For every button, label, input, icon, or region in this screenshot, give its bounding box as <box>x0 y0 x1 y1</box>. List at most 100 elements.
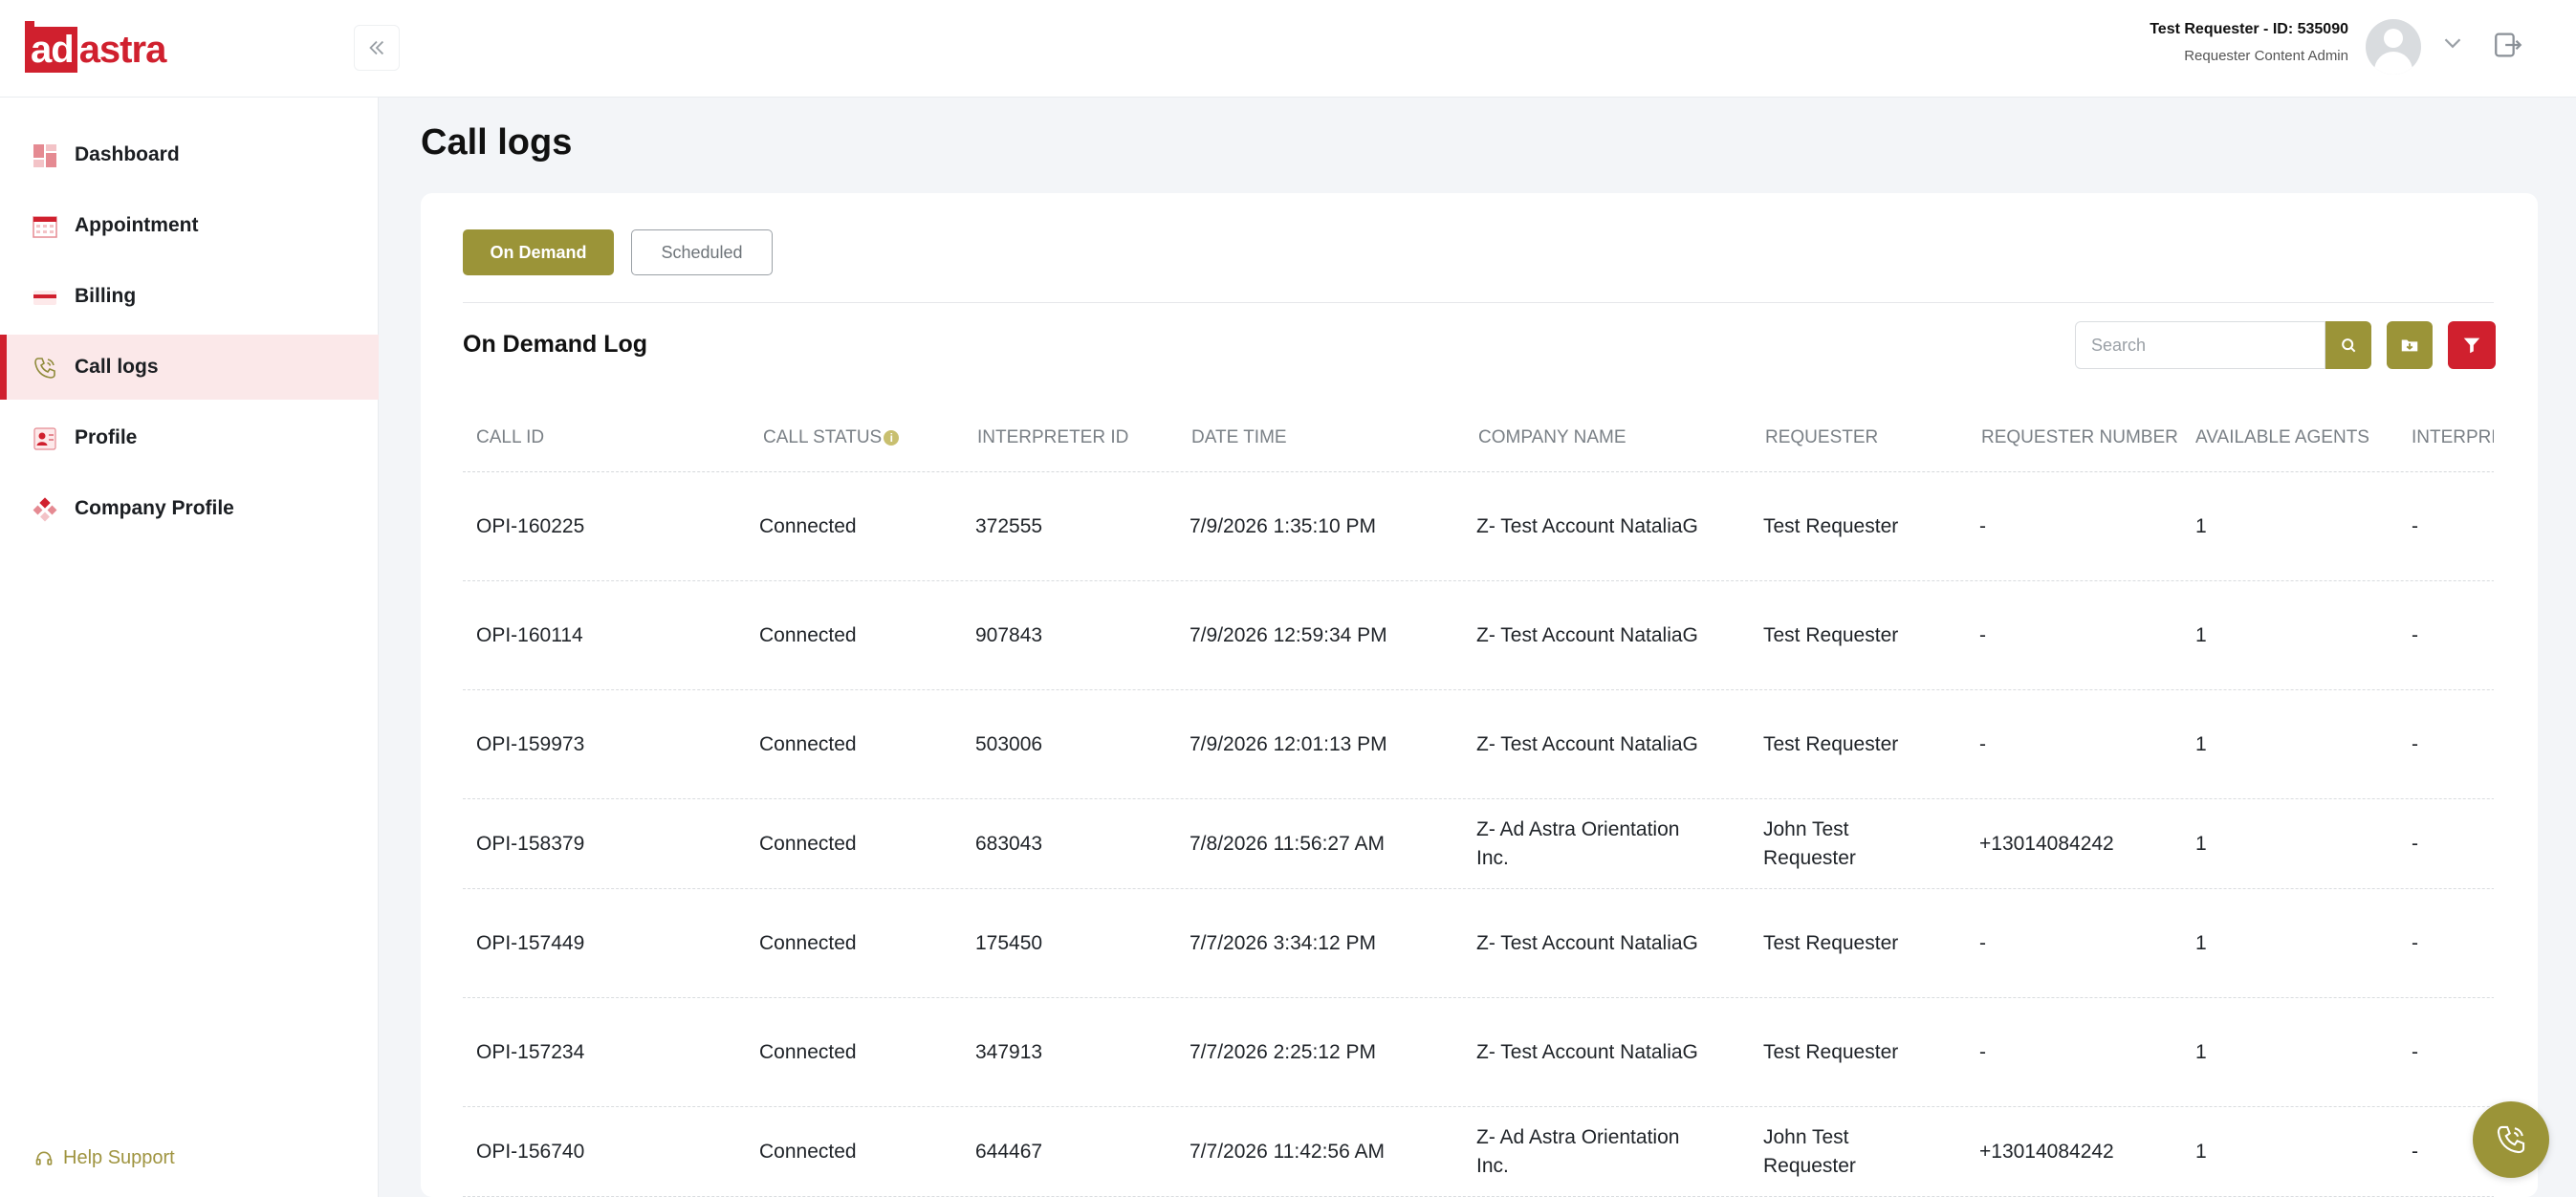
cell-company-name: Z- Ad Astra Orientation Inc. <box>1476 1125 1680 1177</box>
cell-interpreter-id: 907843 <box>975 623 1043 646</box>
cell-interpreter-id: 644467 <box>975 1140 1043 1163</box>
cell-call-id: OPI-160225 <box>476 514 585 537</box>
user-info: Test Requester - ID: 535090 Requester Co… <box>2150 19 2348 67</box>
cell-call-id: OPI-157234 <box>476 1040 585 1063</box>
call-logs-card: On Demand Scheduled On Demand Log CALL I… <box>421 193 2538 1197</box>
info-icon[interactable]: i <box>884 430 900 446</box>
column-header[interactable]: CALL ID <box>476 403 544 472</box>
section-title: On Demand Log <box>463 331 648 358</box>
filter-button[interactable] <box>2448 321 2496 369</box>
cell-date-time: 7/7/2026 2:25:12 PM <box>1190 1040 1376 1063</box>
sidebar-item-label: Billing <box>75 285 137 307</box>
column-header[interactable]: COMPANY NAME <box>1478 403 1626 472</box>
cell-requester: Test Requester <box>1763 514 1899 537</box>
divider <box>463 302 2494 303</box>
sidebar-item-billing[interactable]: Billing <box>0 264 379 329</box>
dashboard-icon <box>33 144 56 167</box>
phone-icon <box>34 358 55 379</box>
table-row[interactable]: OPI-158379 Connected 683043 7/8/2026 11:… <box>463 799 2494 889</box>
table-row[interactable]: OPI-160114 Connected 907843 7/9/2026 12:… <box>463 581 2494 690</box>
cell-call-id: OPI-160114 <box>476 623 583 646</box>
table-header: CALL ID CALL STATUS i INTERPRETER ID DATE… <box>463 403 2494 472</box>
calendar-icon <box>33 216 57 238</box>
sidebar-collapse-button[interactable] <box>354 25 400 71</box>
cell-available-agents: 1 <box>2195 514 2207 537</box>
cell-interpreter-id: 347913 <box>975 1040 1043 1063</box>
sidebar-item-call-logs[interactable]: Call logs <box>0 335 379 400</box>
cell-interpreter-id: 175450 <box>975 931 1043 954</box>
phone-icon <box>2497 1125 2525 1154</box>
adastra-logo[interactable]: ad astra <box>25 21 166 73</box>
cell-interpreter-id: 372555 <box>975 514 1043 537</box>
top-bar: ad astra Test Requester - ID: 535090 Req… <box>0 0 2576 98</box>
cell-date-time: 7/8/2026 11:56:27 AM <box>1190 832 1385 855</box>
table-row[interactable]: OPI-160225 Connected 372555 7/9/2026 1:3… <box>463 472 2494 581</box>
sidebar-item-profile[interactable]: Profile <box>0 405 379 470</box>
cell-call-id: OPI-159973 <box>476 732 585 755</box>
table-row[interactable]: OPI-157449 Connected 175450 7/7/2026 3:3… <box>463 889 2494 998</box>
logout-icon[interactable] <box>2492 29 2524 61</box>
cell-requester: Test Requester <box>1763 623 1899 646</box>
cell-call-status: Connected <box>759 931 857 954</box>
cell-date-time: 7/9/2026 12:59:34 PM <box>1190 623 1387 646</box>
user-role: Requester Content Admin <box>2184 48 2348 64</box>
floating-call-button[interactable] <box>2473 1101 2549 1178</box>
cell-requester-number: - <box>1979 1040 1986 1063</box>
table-row[interactable]: OPI-157234 Connected 347913 7/7/2026 2:2… <box>463 998 2494 1107</box>
search-input[interactable] <box>2076 322 2325 368</box>
cell-requester: Test Requester <box>1763 732 1899 755</box>
tab-scheduled[interactable]: Scheduled <box>631 229 773 275</box>
cell-available-agents: 1 <box>2195 931 2207 954</box>
tab-on-demand[interactable]: On Demand <box>463 229 614 275</box>
column-header[interactable]: AVAILABLE AGENTS <box>2195 403 2369 472</box>
cell-call-status: Connected <box>759 1140 857 1163</box>
column-header[interactable]: REQUESTER NUMBER <box>1981 403 2178 472</box>
filter-icon <box>2463 337 2480 354</box>
sidebar-item-appointment[interactable]: Appointment <box>0 193 379 258</box>
logo-ad-text: ad <box>25 21 77 73</box>
table-row[interactable]: OPI-156740 Connected 644467 7/7/2026 11:… <box>463 1107 2494 1197</box>
cell-requester-number: - <box>1979 623 1986 646</box>
export-button[interactable] <box>2387 321 2433 369</box>
cell-interpreter: - <box>2412 514 2418 537</box>
billing-card-icon <box>33 291 56 305</box>
cell-interpreter: - <box>2412 1040 2418 1063</box>
chevron-down-icon[interactable] <box>2438 29 2467 57</box>
cell-requester: John Test Requester <box>1763 817 1856 869</box>
cell-interpreter-id: 503006 <box>975 732 1043 755</box>
column-header[interactable]: INTERPRETER ID <box>977 403 1128 472</box>
sidebar-item-dashboard[interactable]: Dashboard <box>0 122 379 187</box>
sidebar-item-company-profile[interactable]: Company Profile <box>0 476 379 541</box>
column-header[interactable]: DATE TIME <box>1191 403 1287 472</box>
double-chevron-left-icon <box>369 40 384 55</box>
column-header[interactable]: INTERPRE <box>2412 403 2494 472</box>
cell-interpreter-id: 683043 <box>975 832 1043 855</box>
cell-call-id: OPI-156740 <box>476 1140 585 1163</box>
cell-call-status: Connected <box>759 1040 857 1063</box>
cell-interpreter: - <box>2412 732 2418 755</box>
cell-company-name: Z- Ad Astra Orientation Inc. <box>1476 817 1680 869</box>
help-support-link[interactable]: Help Support <box>34 1147 175 1169</box>
cell-available-agents: 1 <box>2195 1040 2207 1063</box>
table-row[interactable]: OPI-159973 Connected 503006 7/9/2026 12:… <box>463 690 2494 799</box>
cell-call-status: Connected <box>759 623 857 646</box>
cell-requester-number: +13014084242 <box>1979 832 2114 855</box>
cell-date-time: 7/9/2026 12:01:13 PM <box>1190 732 1387 755</box>
cell-available-agents: 1 <box>2195 1140 2207 1163</box>
headset-icon <box>35 1151 53 1165</box>
cell-date-time: 7/9/2026 1:35:10 PM <box>1190 514 1376 537</box>
column-header[interactable]: REQUESTER <box>1765 403 1878 472</box>
cell-call-status: Connected <box>759 832 857 855</box>
avatar[interactable] <box>2366 19 2421 75</box>
sidebar-item-label: Profile <box>75 426 138 448</box>
cell-call-status: Connected <box>759 732 857 755</box>
sidebar-item-label: Call logs <box>75 356 159 378</box>
sidebar-item-label: Company Profile <box>75 497 234 519</box>
cell-available-agents: 1 <box>2195 623 2207 646</box>
column-header[interactable]: CALL STATUS i <box>763 403 900 472</box>
search-button[interactable] <box>2325 321 2371 369</box>
cell-call-id: OPI-157449 <box>476 931 585 954</box>
profile-card-icon <box>33 427 56 450</box>
cell-company-name: Z- Test Account NataliaG <box>1476 1040 1698 1063</box>
cell-interpreter: - <box>2412 832 2418 855</box>
